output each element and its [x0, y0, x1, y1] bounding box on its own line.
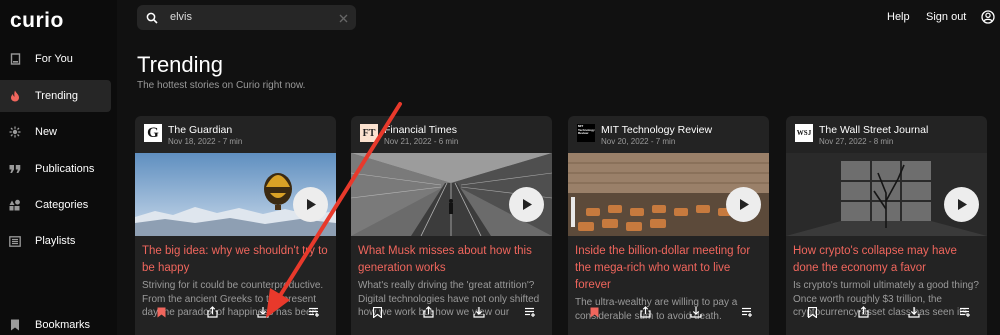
sidebar-item-label: Categories [35, 199, 89, 211]
sidebar: curio For You Trending New Publications … [0, 0, 117, 335]
share-icon[interactable] [421, 305, 435, 319]
story-card[interactable]: MIT Technology Review MIT Technology Rev… [568, 116, 769, 335]
card-actions [786, 305, 987, 335]
card-actions [568, 305, 769, 335]
card-actions [135, 305, 336, 335]
story-headline[interactable]: What Musk misses about how this generati… [358, 243, 548, 277]
add-to-playlist-icon[interactable] [307, 305, 321, 319]
share-icon[interactable] [638, 305, 652, 319]
share-icon[interactable] [856, 305, 870, 319]
search-input[interactable]: elvis [170, 11, 192, 23]
search-icon [146, 11, 158, 29]
help-link[interactable]: Help [887, 11, 910, 23]
card-actions [351, 305, 552, 335]
play-button[interactable] [944, 187, 979, 222]
publication-name[interactable]: MIT Technology Review [601, 124, 712, 136]
story-meta: Nov 20, 2022 - 7 min [601, 137, 676, 146]
sparkle-icon [9, 126, 21, 138]
add-to-playlist-icon[interactable] [523, 305, 537, 319]
sidebar-item-for-you[interactable]: For You [0, 43, 111, 75]
close-icon[interactable] [338, 11, 349, 29]
bookmark-icon[interactable] [587, 305, 601, 319]
publication-name[interactable]: The Wall Street Journal [819, 124, 928, 136]
sign-out-link[interactable]: Sign out [926, 11, 966, 23]
story-card[interactable]: G The Guardian Nov 18, 2022 - 7 min The … [135, 116, 336, 335]
app-logo[interactable]: curio [10, 9, 64, 33]
sidebar-item-label: Trending [35, 90, 79, 102]
publication-name[interactable]: Financial Times [384, 124, 457, 136]
add-to-playlist-icon[interactable] [740, 305, 754, 319]
page-subtitle: The hottest stories on Curio right now. [137, 80, 306, 91]
bookmark-icon[interactable] [154, 305, 168, 319]
sidebar-item-categories[interactable]: Categories [0, 189, 111, 221]
story-meta: Nov 27, 2022 - 8 min [819, 137, 894, 146]
publication-logo: G [144, 124, 162, 142]
story-meta: Nov 18, 2022 - 7 min [168, 137, 243, 146]
story-headline[interactable]: The big idea: why we shouldn't try to be… [142, 243, 332, 277]
story-headline[interactable]: Inside the billion-dollar meeting for th… [575, 243, 765, 294]
sidebar-item-publications[interactable]: Publications [0, 153, 111, 185]
publication-logo: MIT Technology Review [577, 124, 595, 142]
sidebar-item-new[interactable]: New [0, 116, 111, 148]
download-icon[interactable] [907, 305, 921, 319]
shapes-icon [9, 199, 21, 211]
download-icon[interactable] [689, 305, 703, 319]
play-button[interactable] [293, 187, 328, 222]
sidebar-item-playlists[interactable]: Playlists [0, 225, 111, 257]
search-bar[interactable]: elvis [137, 5, 356, 30]
quote-icon [9, 163, 21, 175]
share-icon[interactable] [205, 305, 219, 319]
sidebar-item-trending[interactable]: Trending [0, 80, 111, 112]
sidebar-item-label: Playlists [35, 235, 76, 247]
publication-logo: FT [360, 124, 378, 142]
sidebar-item-label: Publications [35, 163, 95, 175]
sidebar-item-label: Bookmarks [35, 319, 91, 331]
story-card[interactable]: FT Financial Times Nov 21, 2022 - 6 min … [351, 116, 552, 335]
story-headline[interactable]: How crypto's collapse may have done the … [793, 243, 983, 277]
add-to-playlist-icon[interactable] [958, 305, 972, 319]
list-box-icon [9, 235, 21, 247]
story-card[interactable]: WSJ The Wall Street Journal Nov 27, 2022… [786, 116, 987, 335]
bookmark-icon [9, 319, 21, 331]
bookmark-icon[interactable] [370, 305, 384, 319]
page-title: Trending [137, 52, 224, 77]
publication-name[interactable]: The Guardian [168, 124, 232, 136]
download-icon[interactable] [256, 305, 270, 319]
sidebar-item-label: New [35, 126, 58, 138]
flame-icon [9, 90, 21, 102]
page-icon [9, 53, 21, 65]
play-button[interactable] [726, 187, 761, 222]
bookmark-icon[interactable] [805, 305, 819, 319]
story-meta: Nov 21, 2022 - 6 min [384, 137, 459, 146]
play-button[interactable] [509, 187, 544, 222]
sidebar-item-label: For You [35, 53, 73, 65]
publication-logo: WSJ [795, 124, 813, 142]
user-icon[interactable] [981, 10, 995, 29]
sidebar-item-bookmarks[interactable]: Bookmarks [0, 309, 111, 335]
download-icon[interactable] [472, 305, 486, 319]
